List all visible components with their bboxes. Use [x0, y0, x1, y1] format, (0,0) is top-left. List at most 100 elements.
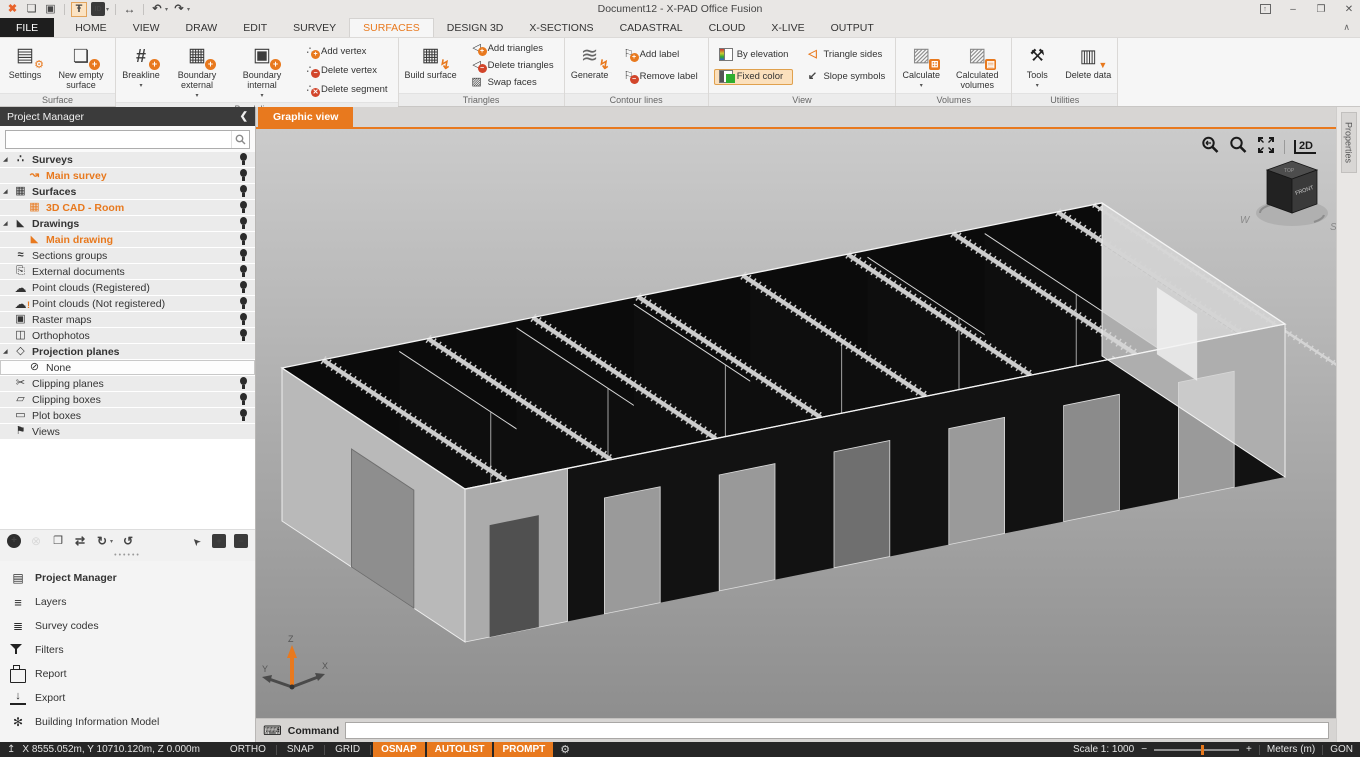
visibility-bulb-icon[interactable]	[239, 185, 248, 198]
tree-item-projection-planes[interactable]: ◢Projection planes	[0, 344, 255, 360]
tree-item-point-clouds-registered[interactable]: Point clouds (Registered)	[0, 280, 255, 296]
visibility-bulb-icon[interactable]	[239, 265, 248, 278]
zoom-window-button[interactable]	[1229, 136, 1248, 157]
save-button[interactable]	[43, 2, 58, 17]
expander-icon[interactable]: ◢	[3, 188, 13, 195]
visibility-bulb-icon[interactable]	[239, 249, 248, 262]
tree-item-plot-boxes[interactable]: Plot boxes	[0, 408, 255, 424]
tree-item-sections-groups[interactable]: Sections groups	[0, 248, 255, 264]
tree-item-views[interactable]: Views	[0, 424, 255, 440]
expander-icon[interactable]: ◢	[3, 156, 13, 163]
visibility-bulb-icon[interactable]	[239, 393, 248, 406]
restore-button[interactable]: ❐	[1315, 4, 1327, 15]
tree-item-main-survey[interactable]: Main survey	[0, 168, 255, 184]
toggle-osnap[interactable]: OSNAP	[373, 742, 425, 757]
tab-surfaces[interactable]: SURFACES	[349, 18, 434, 37]
visibility-bulb-icon[interactable]	[239, 377, 248, 390]
delete-triangles-button[interactable]: Delete triangles	[465, 58, 559, 74]
search-icon[interactable]	[231, 131, 249, 148]
calculated-volumes-button[interactable]: Calculated volumes	[946, 40, 1008, 91]
calculate-button[interactable]: Calculate▾	[899, 40, 943, 91]
sidebar-item-report[interactable]: Report	[0, 662, 255, 686]
tree-item-surveys[interactable]: ◢Surveys	[0, 152, 255, 168]
minimize-button[interactable]: –	[1287, 4, 1299, 15]
delete-segment-button[interactable]: Delete segment	[298, 81, 393, 97]
visibility-bulb-icon[interactable]	[239, 281, 248, 294]
tab-draw[interactable]: DRAW	[173, 18, 231, 37]
scale-slider-thumb[interactable]	[1201, 745, 1204, 755]
triangle-sides-button[interactable]: Triangle sides	[800, 46, 890, 62]
tree-item-raster-maps[interactable]: Raster maps	[0, 312, 255, 328]
tree-item-main-drawing[interactable]: Main drawing	[0, 232, 255, 248]
toggle-ortho[interactable]: ORTHO	[222, 742, 274, 757]
tab-view[interactable]: VIEW	[120, 18, 173, 37]
tab-design-3d[interactable]: DESIGN 3D	[434, 18, 517, 37]
close-button[interactable]: ✕	[1343, 4, 1355, 15]
tree-item-clipping-boxes[interactable]: Clipping boxes	[0, 392, 255, 408]
tab-properties[interactable]: Properties	[1341, 112, 1357, 173]
tab-x-sections[interactable]: X-SECTIONS	[516, 18, 606, 37]
tab-survey[interactable]: SURVEY	[280, 18, 349, 37]
toggle-prompt[interactable]: PROMPT	[494, 742, 553, 757]
add-button[interactable]	[7, 534, 21, 548]
sidebar-item-export[interactable]: Export	[0, 686, 255, 710]
build-surface-button[interactable]: Build surface	[402, 40, 460, 91]
survey-instrument-button[interactable]	[71, 2, 87, 17]
visibility-bulb-icon[interactable]	[239, 313, 248, 326]
tab-edit[interactable]: EDIT	[230, 18, 280, 37]
undo-button[interactable]: ▾	[150, 2, 168, 17]
view-2d-button[interactable]: 2D	[1294, 140, 1316, 154]
fixed-color-button[interactable]: Fixed color	[714, 69, 794, 85]
tab-output[interactable]: OUTPUT	[818, 18, 887, 37]
select-in-graphics-button[interactable]	[190, 534, 204, 548]
point-id-button[interactable]: ▾	[91, 2, 109, 17]
swap-faces-button[interactable]: Swap faces	[465, 74, 559, 90]
splitter-handle[interactable]: ••••••	[0, 552, 255, 561]
visibility-bulb-icon[interactable]	[239, 153, 248, 166]
new-empty-surface-button[interactable]: New empty surface	[50, 40, 112, 91]
sidebar-item-layers[interactable]: Layers	[0, 590, 255, 614]
tab-graphic-view[interactable]: Graphic view	[258, 107, 353, 127]
duplicate-button[interactable]	[51, 534, 65, 548]
transfer-button[interactable]	[73, 534, 87, 548]
toggle-autolist[interactable]: AUTOLIST	[427, 742, 493, 757]
generate-button[interactable]: Generate	[568, 40, 612, 91]
settings-button[interactable]: Settings	[3, 40, 47, 91]
tab-file[interactable]: FILE	[0, 18, 54, 37]
scale-slider[interactable]	[1154, 749, 1239, 751]
tree-item-point-clouds-not-registered[interactable]: Point clouds (Not registered)	[0, 296, 255, 312]
toggle-grid[interactable]: GRID	[327, 742, 368, 757]
tab-cadastral[interactable]: CADASTRAL	[607, 18, 696, 37]
tools-button[interactable]: Tools▾	[1015, 40, 1059, 91]
expander-icon[interactable]: ◢	[3, 348, 13, 355]
command-input[interactable]	[345, 722, 1329, 739]
toggle-snap[interactable]: SNAP	[279, 742, 322, 757]
boundary-internal-button[interactable]: Boundary internal▾	[231, 40, 293, 100]
zoom-in-button[interactable]: +	[1246, 744, 1252, 755]
visibility-bulb-icon[interactable]	[239, 217, 248, 230]
collapse-all-button[interactable]	[234, 534, 248, 548]
visibility-bulb-icon[interactable]	[239, 201, 248, 214]
search-input[interactable]	[6, 134, 231, 146]
zoom-fit-button[interactable]	[1257, 136, 1275, 157]
tree-item-none[interactable]: None	[0, 360, 255, 376]
delete-vertex-button[interactable]: Delete vertex	[298, 62, 393, 78]
visibility-bulb-icon[interactable]	[239, 409, 248, 422]
sidebar-item-project-manager[interactable]: Project Manager	[0, 566, 255, 590]
angle-format-display[interactable]: GON	[1330, 744, 1353, 755]
tab-home[interactable]: HOME	[62, 18, 120, 37]
xpad-logo-button[interactable]	[5, 2, 20, 17]
sidebar-item-filters[interactable]: Filters	[0, 638, 255, 662]
add-triangles-button[interactable]: Add triangles	[465, 41, 559, 57]
expand-all-button[interactable]	[212, 534, 226, 548]
add-label-button[interactable]: Add label	[617, 46, 703, 62]
zoom-previous-button[interactable]	[1201, 136, 1220, 157]
ribbon-collapse-button[interactable]: ∧	[1333, 18, 1360, 37]
refresh-button[interactable]	[121, 534, 135, 548]
tree-item-drawings[interactable]: ◢Drawings	[0, 216, 255, 232]
slope-symbols-button[interactable]: Slope symbols	[800, 69, 890, 85]
add-vertex-button[interactable]: Add vertex	[298, 43, 393, 59]
collapse-panel-button[interactable]: ❮	[240, 111, 248, 122]
visibility-bulb-icon[interactable]	[239, 329, 248, 342]
tab-x-live[interactable]: X-LIVE	[758, 18, 817, 37]
